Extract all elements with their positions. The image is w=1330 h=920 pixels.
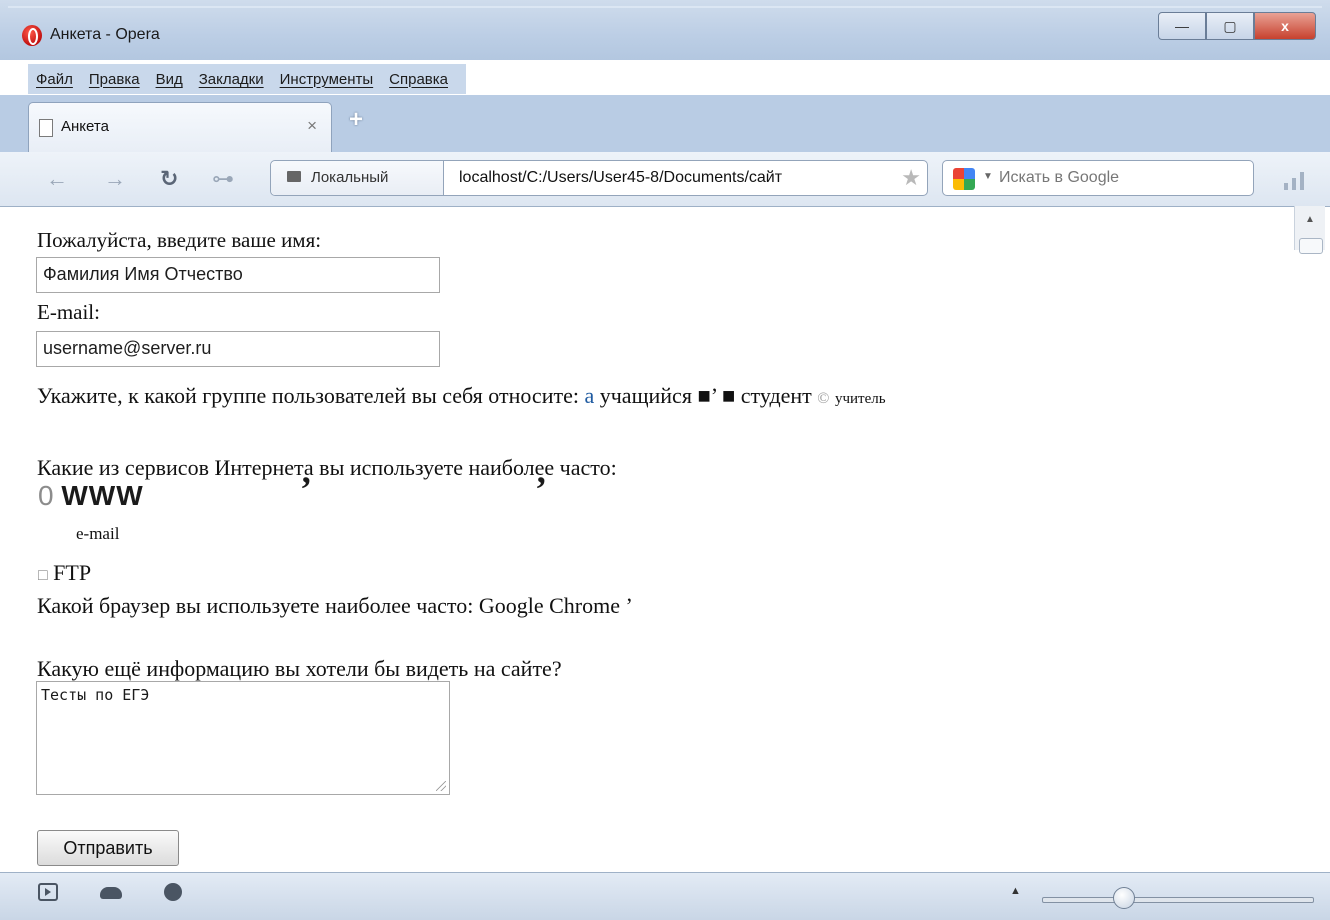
menu-help[interactable]: Справка	[389, 71, 448, 88]
browser-question-text: Какой браузер вы используете наиболее ча…	[37, 593, 474, 618]
tab-label: Анкета	[61, 118, 109, 135]
browser-quote: ’	[625, 593, 633, 618]
zoom-slider[interactable]	[1042, 897, 1314, 903]
minimize-button[interactable]: —	[1158, 12, 1206, 40]
tab-anketa[interactable]: Анкета ×	[28, 102, 332, 153]
forward-icon[interactable]: →	[104, 166, 126, 192]
chevron-down-icon[interactable]: ▼	[983, 171, 993, 182]
ftp-label: FTP	[53, 560, 92, 585]
stray-mark: ’	[535, 469, 547, 509]
search-input[interactable]: Искать в Google	[999, 169, 1119, 187]
turbo-icon[interactable]	[164, 883, 182, 901]
service-www[interactable]: 0 WWW	[38, 480, 144, 512]
group-mark: ■	[697, 383, 711, 408]
view-up-icon[interactable]: ▲	[1010, 885, 1021, 897]
maximize-button[interactable]: ▢	[1206, 12, 1254, 40]
vertical-scrollbar[interactable]: ▲	[1294, 206, 1325, 254]
page-icon	[39, 119, 53, 137]
www-label: WWW	[61, 480, 144, 511]
email-input[interactable]: username@server.ru	[36, 331, 440, 367]
bookmark-star-icon[interactable]: ★	[901, 165, 921, 191]
group-radio-pupil[interactable]: а	[584, 383, 594, 408]
computer-icon	[287, 171, 301, 182]
menu-edit[interactable]: Правка	[89, 71, 140, 88]
window-titlebar	[0, 0, 1330, 60]
google-icon[interactable]	[953, 168, 975, 190]
group-option-teacher[interactable]: учитель	[835, 391, 886, 407]
new-tab-button[interactable]: +	[345, 108, 367, 132]
group-quote: ’	[710, 383, 717, 408]
window-controls: — ▢ x	[1158, 12, 1316, 40]
frame-edge	[8, 6, 1322, 8]
security-badge-label: Локальный	[311, 169, 389, 186]
opera-logo-icon	[22, 25, 42, 46]
group-radio-student[interactable]: ■	[722, 383, 735, 408]
group-option-pupil[interactable]: учащийся	[600, 383, 692, 408]
unite-cloud-icon[interactable]	[100, 887, 122, 899]
name-input[interactable]: Фамилия Имя Отчество	[36, 257, 440, 293]
group-option-student[interactable]: студент	[741, 383, 812, 408]
resize-grip-icon[interactable]	[436, 781, 446, 791]
info-textarea-value: Тесты по ЕГЭ	[41, 686, 150, 704]
submit-button[interactable]: Отправить	[37, 830, 179, 866]
close-window-button[interactable]: x	[1254, 12, 1316, 40]
menu-file[interactable]: Файл	[36, 71, 73, 88]
info-question: Какую ещё информацию вы хотели бы видеть…	[37, 656, 562, 681]
group-question-text: Укажите, к какой группе пользователей вы…	[37, 383, 579, 408]
menu-bookmarks[interactable]: Закладки	[199, 71, 264, 88]
scroll-up-icon[interactable]: ▲	[1305, 214, 1315, 225]
panel-toggle-icon[interactable]	[38, 883, 58, 901]
scroll-thumb[interactable]	[1299, 238, 1323, 254]
signal-bars-icon	[1282, 170, 1310, 190]
search-box[interactable]: ▼ Искать в Google	[942, 160, 1254, 196]
user-group-question: Укажите, к какой группе пользователей вы…	[37, 383, 886, 409]
url-text[interactable]: localhost/C:/Users/User45-8/Documents/са…	[459, 169, 782, 187]
menu-bar: Файл Правка Вид Закладки Инструменты Спр…	[28, 64, 466, 94]
service-email[interactable]: e-mail	[76, 524, 119, 544]
status-bar: ▲	[0, 872, 1330, 920]
tab-close-icon[interactable]: ×	[307, 116, 317, 136]
group-radio-teacher[interactable]: ©	[817, 390, 829, 407]
zoom-slider-thumb[interactable]	[1113, 887, 1135, 909]
security-badge[interactable]: Локальный	[271, 161, 444, 195]
address-bar[interactable]: Локальный localhost/C:/Users/User45-8/Do…	[270, 160, 928, 196]
service-ftp[interactable]: □ FTP	[38, 560, 91, 586]
ftp-checkbox[interactable]: □	[38, 567, 48, 584]
window-title: Анкета - Opera	[50, 26, 160, 43]
services-question: Какие из сервисов Интернета вы используе…	[37, 455, 617, 480]
name-label: Пожалуйста, введите ваше имя:	[37, 228, 322, 252]
menu-view[interactable]: Вид	[156, 71, 183, 88]
browser-question: Какой браузер вы используете наиболее ча…	[37, 593, 633, 619]
stray-mark: ’	[300, 469, 312, 509]
info-textarea[interactable]: Тесты по ЕГЭ	[36, 681, 450, 795]
back-icon[interactable]: ←	[46, 166, 68, 192]
browser-select[interactable]: Google Chrome	[479, 593, 620, 618]
reload-icon[interactable]: ↻	[160, 166, 178, 192]
menu-tools[interactable]: Инструменты	[280, 71, 374, 88]
email-label: E-mail:	[37, 300, 100, 324]
www-checkbox[interactable]: 0	[38, 480, 54, 511]
key-icon[interactable]: ⊶	[212, 166, 234, 192]
